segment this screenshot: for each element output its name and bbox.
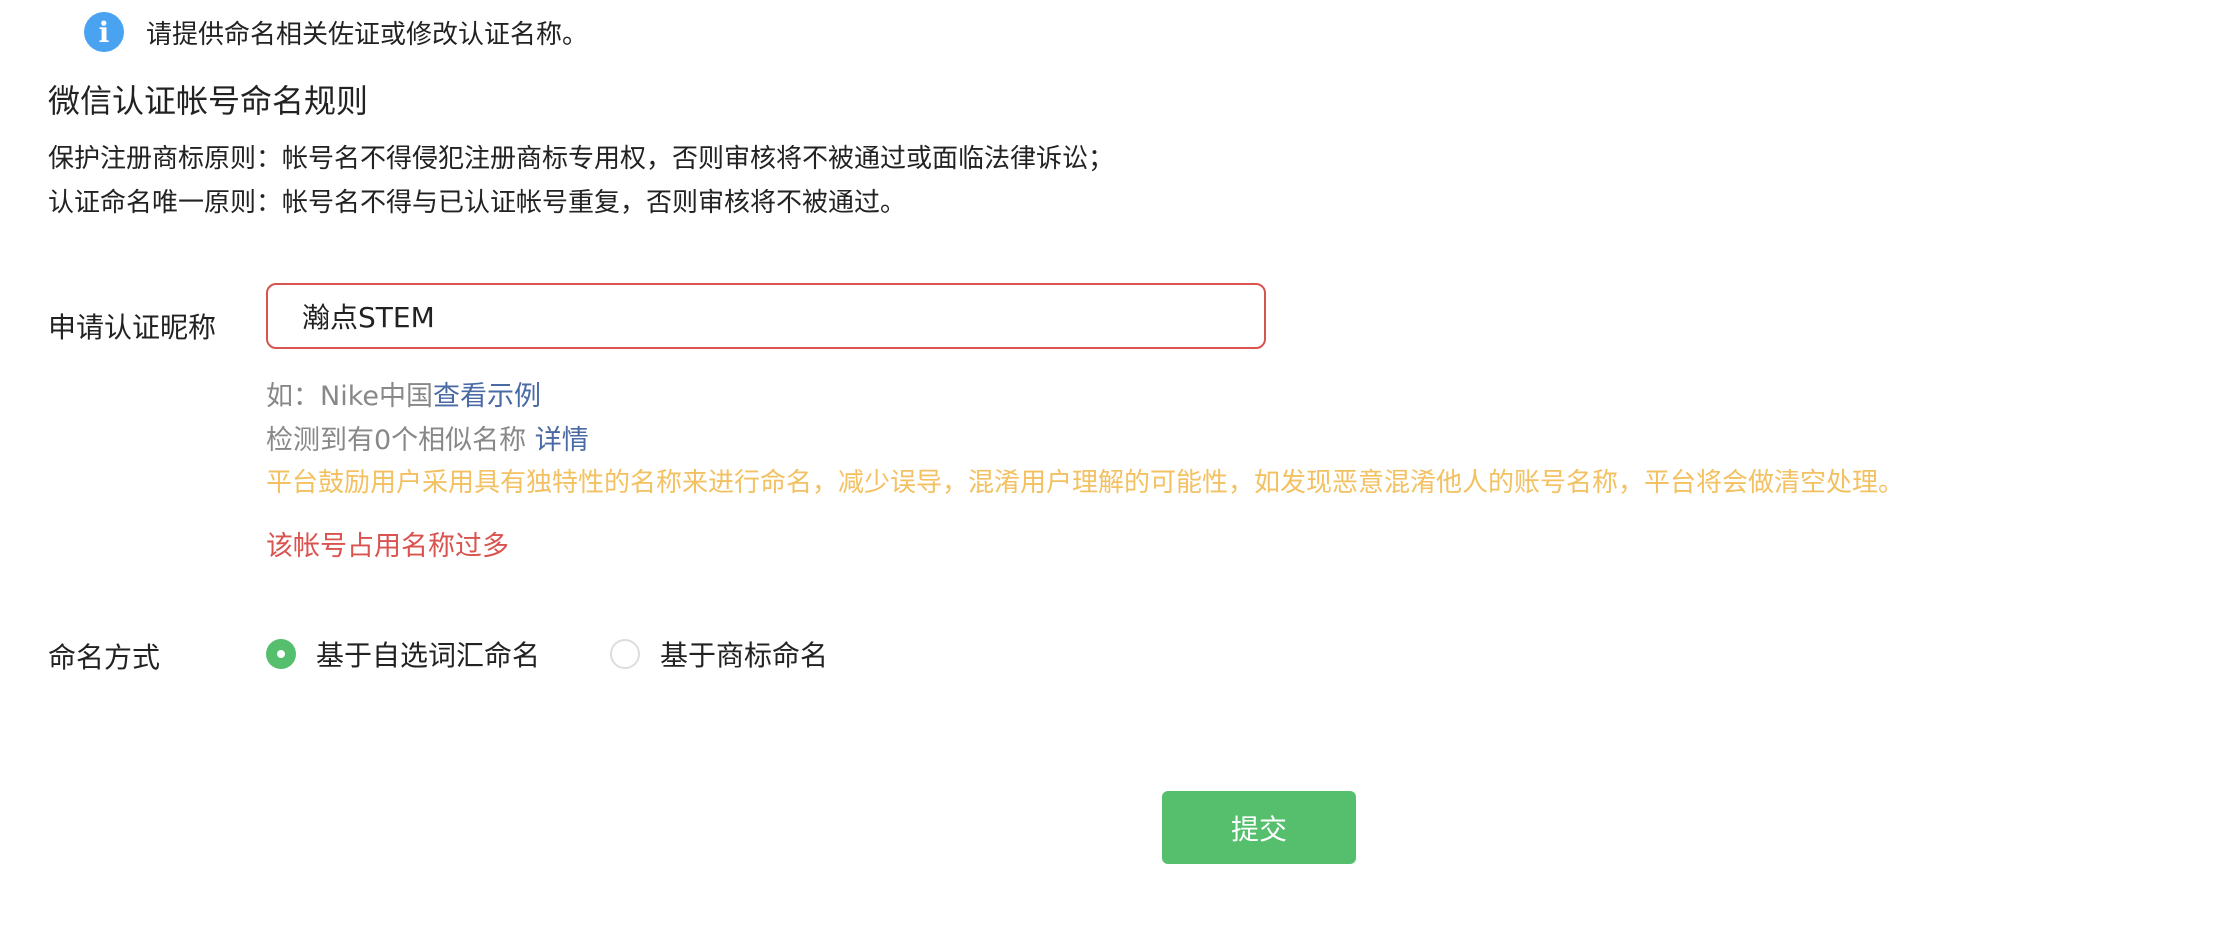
name-error-message: 该帐号占用名称过多 <box>266 531 509 562</box>
radio-label-trademark: 基于商标命名 <box>660 639 829 672</box>
rule-trademark: 保护注册商标原则：帐号名不得侵犯注册商标专用权，否则审核将不被通过或面临法律诉讼… <box>48 144 1115 174</box>
submit-button[interactable]: 提交 <box>1162 791 1356 864</box>
info-icon: i <box>84 12 124 52</box>
example-hint: 如：Nike中国查看示例 <box>266 374 541 413</box>
radio-unchecked-icon[interactable] <box>610 639 640 669</box>
radio-checked-icon[interactable] <box>266 639 296 669</box>
radio-option-trademark[interactable]: 基于商标命名 <box>610 634 828 674</box>
notice-text: 请提供命名相关佐证或修改认证名称。 <box>146 19 589 50</box>
view-example-link[interactable]: 查看示例 <box>433 381 541 412</box>
nickname-input[interactable] <box>266 283 1266 349</box>
certification-name-page: i 请提供命名相关佐证或修改认证名称。 微信认证帐号命名规则 保护注册商标原则：… <box>0 0 2240 944</box>
notice-banner: i 请提供命名相关佐证或修改认证名称。 <box>84 12 588 52</box>
radio-option-custom-words[interactable]: 基于自选词汇命名 <box>266 634 540 674</box>
naming-method-label: 命名方式 <box>48 641 161 674</box>
nickname-label: 申请认证昵称 <box>48 311 217 344</box>
rule-unique-name: 认证命名唯一原则：帐号名不得与已认证帐号重复，否则审核将不被通过。 <box>48 188 907 218</box>
similar-details-link[interactable]: 详情 <box>535 425 589 456</box>
example-prefix: 如：Nike中国 <box>266 381 433 412</box>
naming-warning: 平台鼓励用户采用具有独特性的名称来进行命名，减少误导，混淆用户理解的可能性，如发… <box>266 468 1905 498</box>
similar-names-hint: 检测到有0个相似名称 详情 <box>266 418 589 457</box>
radio-label-custom-words: 基于自选词汇命名 <box>316 639 541 672</box>
similar-prefix: 检测到有0个相似名称 <box>266 425 527 456</box>
rules-title: 微信认证帐号命名规则 <box>48 82 369 120</box>
